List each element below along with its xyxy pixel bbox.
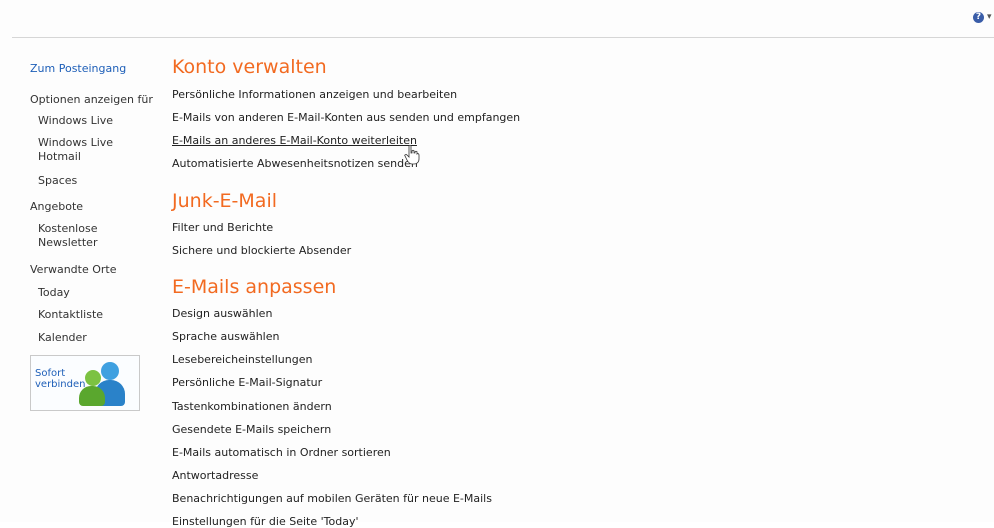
section-title-customize: E-Mails anpassen bbox=[172, 276, 337, 298]
inbox-link[interactable]: Zum Posteingang bbox=[30, 62, 126, 75]
sidebar-item-calendar[interactable]: Kalender bbox=[38, 331, 138, 345]
option-auto-sort[interactable]: E-Mails automatisch in Ordner sortieren bbox=[172, 446, 391, 459]
option-reply-address[interactable]: Antwortadresse bbox=[172, 469, 258, 482]
section-title-junk: Junk-E-Mail bbox=[172, 190, 278, 212]
option-forward-mail[interactable]: E-Mails an anderes E-Mail-Konto weiterle… bbox=[172, 134, 417, 147]
option-auto-reply[interactable]: Automatisierte Abwesenheitsnotizen sende… bbox=[172, 157, 418, 170]
sidebar-item-newsletter[interactable]: Kostenlose Newsletter bbox=[38, 222, 138, 250]
sidebar-item-today[interactable]: Today bbox=[38, 286, 138, 300]
option-signature[interactable]: Persönliche E-Mail-Signatur bbox=[172, 376, 322, 389]
sidebar-item-contacts[interactable]: Kontaktliste bbox=[38, 308, 138, 322]
sidebar-item-windows-live-hotmail[interactable]: Windows Live Hotmail bbox=[38, 136, 138, 164]
options-page: ? ▾ Zum Posteingang Optionen anzeigen fü… bbox=[0, 0, 994, 528]
option-filters-reports[interactable]: Filter und Berichte bbox=[172, 221, 273, 234]
sidebar-item-windows-live[interactable]: Windows Live bbox=[38, 114, 138, 128]
hand-cursor-icon bbox=[404, 145, 420, 165]
chevron-down-icon[interactable]: ▾ bbox=[987, 12, 992, 23]
option-personal-info[interactable]: Persönliche Informationen anzeigen und b… bbox=[172, 88, 457, 101]
option-mobile-alerts[interactable]: Benachrichtigungen auf mobilen Geräten f… bbox=[172, 492, 492, 505]
option-save-sent[interactable]: Gesendete E-Mails speichern bbox=[172, 423, 331, 436]
promo-label: Sofort verbinden bbox=[35, 368, 86, 390]
option-keyboard-shortcuts[interactable]: Tastenkombinationen ändern bbox=[172, 400, 332, 413]
option-select-language[interactable]: Sprache auswählen bbox=[172, 330, 279, 343]
top-bar: ? ▾ bbox=[0, 0, 994, 36]
section-title-account: Konto verwalten bbox=[172, 56, 327, 78]
messenger-promo[interactable]: Sofort verbinden bbox=[30, 355, 140, 411]
sidebar-item-spaces[interactable]: Spaces bbox=[38, 174, 138, 188]
sidebar-heading-offers: Angebote bbox=[30, 200, 84, 213]
sidebar-heading-show-options: Optionen anzeigen für bbox=[30, 93, 153, 106]
help-icon[interactable]: ? bbox=[973, 12, 984, 23]
sidebar-heading-related: Verwandte Orte bbox=[30, 263, 117, 276]
option-select-theme[interactable]: Design auswählen bbox=[172, 307, 272, 320]
option-reading-pane[interactable]: Lesebereicheinstellungen bbox=[172, 353, 312, 366]
option-send-receive-other-accounts[interactable]: E-Mails von anderen E-Mail-Konten aus se… bbox=[172, 111, 520, 124]
header-divider bbox=[12, 37, 994, 38]
option-safe-blocked-senders[interactable]: Sichere und blockierte Absender bbox=[172, 244, 351, 257]
